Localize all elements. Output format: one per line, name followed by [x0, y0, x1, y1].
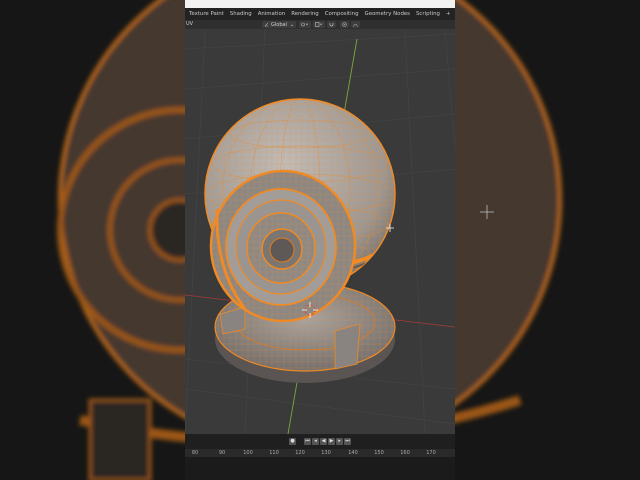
play-reverse-icon[interactable]: ◀: [320, 438, 327, 445]
transform-orientation-dropdown[interactable]: Global ⌄: [262, 21, 297, 28]
snap-icon: [315, 22, 323, 27]
tab-texture-paint[interactable]: Texture Paint: [185, 11, 227, 17]
tab-shading[interactable]: Shading: [227, 11, 255, 17]
add-workspace-button[interactable]: +: [443, 11, 454, 17]
jump-start-icon[interactable]: ⏮: [304, 438, 311, 445]
orientation-icon: [264, 22, 269, 27]
falloff-icon: [353, 23, 358, 27]
tab-compositing[interactable]: Compositing: [322, 11, 362, 17]
editor-type-label: UV: [186, 21, 194, 27]
frame-ruler[interactable]: 80 90 100 110 120 130 140 150 160 170: [185, 449, 455, 457]
viewport-header: UV Global ⌄: [185, 20, 455, 29]
tab-scripting[interactable]: Scripting: [413, 11, 443, 17]
frame-tick: 130: [321, 450, 331, 456]
frame-tick: 90: [218, 450, 226, 456]
3d-viewport[interactable]: [185, 29, 455, 434]
frame-tick: 110: [269, 450, 279, 456]
proportional-falloff-dropdown[interactable]: [351, 21, 361, 28]
frame-tick: 150: [374, 450, 384, 456]
workspace-tabs: Texture Paint Shading Animation Renderin…: [185, 8, 455, 20]
snap-toggle[interactable]: [313, 21, 326, 28]
pivot-point-dropdown[interactable]: [299, 21, 312, 28]
timeline: ● ⏮ ◂ ◀ ▶ ▸ ⏭ 80 90 100 110 120 130 140 …: [185, 434, 455, 480]
play-icon[interactable]: ▶: [328, 438, 335, 445]
snap-settings-button[interactable]: [327, 21, 337, 28]
frame-tick: 140: [348, 450, 358, 456]
proportional-edit-icon: [342, 22, 347, 27]
step-forward-icon[interactable]: ▸: [336, 438, 343, 445]
record-icon[interactable]: ●: [289, 438, 296, 445]
tab-animation[interactable]: Animation: [255, 11, 288, 17]
orientation-label: Global: [271, 21, 287, 28]
magnet-icon: [329, 23, 334, 27]
frame-tick: 120: [295, 450, 305, 456]
proportional-editing-toggle[interactable]: [340, 21, 350, 28]
frame-tick: 160: [400, 450, 410, 456]
webcam-mesh[interactable]: [200, 94, 400, 383]
playback-controls: ● ⏮ ◂ ◀ ▶ ▸ ⏭: [185, 436, 455, 447]
tab-geometry-nodes[interactable]: Geometry Nodes: [362, 11, 413, 17]
step-back-icon[interactable]: ◂: [312, 438, 319, 445]
chevron-down-icon: ⌄: [289, 21, 295, 28]
jump-end-icon[interactable]: ⏭: [344, 438, 351, 445]
frame-tick: 80: [191, 450, 199, 456]
camera-lens-rings: [209, 169, 357, 323]
pivot-icon: [301, 22, 309, 27]
frame-tick: 100: [243, 450, 253, 456]
blender-window: Texture Paint Shading Animation Renderin…: [185, 0, 455, 480]
orientation-group: Global ⌄: [262, 21, 361, 28]
timeline-tracks[interactable]: [185, 457, 455, 480]
frame-tick: 170: [426, 450, 436, 456]
tab-rendering[interactable]: Rendering: [288, 11, 322, 17]
top-strip: [185, 0, 455, 8]
